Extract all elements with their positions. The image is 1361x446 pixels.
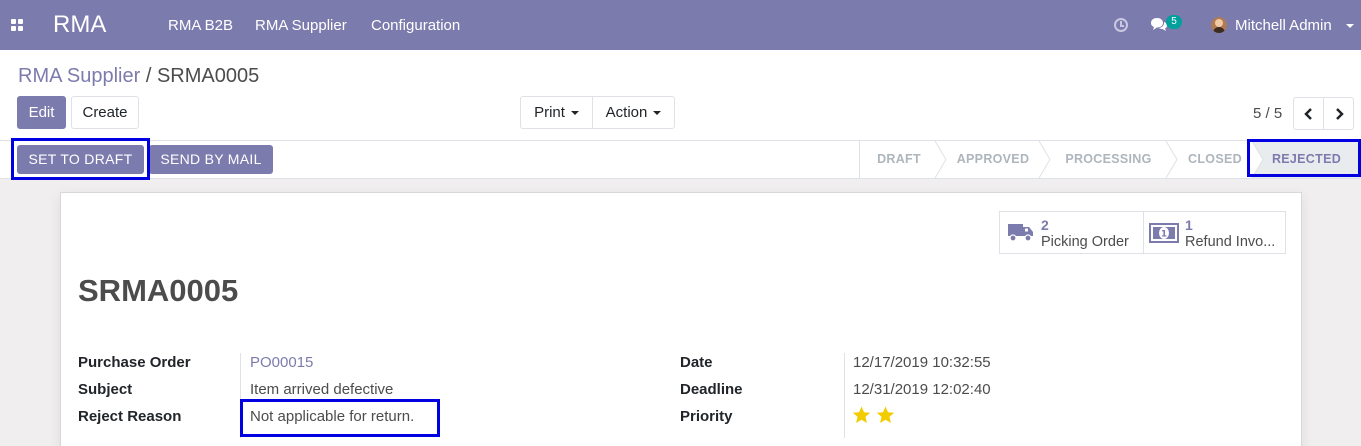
- subject-label: Subject: [78, 381, 133, 398]
- print-label: Print: [534, 104, 565, 121]
- purchase-order-label: Purchase Order: [78, 354, 191, 371]
- avatar[interactable]: [1211, 17, 1227, 33]
- set-to-draft-button[interactable]: SET TO DRAFT: [17, 145, 144, 174]
- chevron-left-icon: [1304, 108, 1312, 120]
- reject-reason-value: Not applicable for return.: [250, 408, 415, 425]
- truck-icon: [1008, 224, 1033, 242]
- send-by-mail-button[interactable]: SEND BY MAIL: [149, 145, 273, 174]
- form-sheet: 2 Picking Order 1 1 Refund Invo... SRMA0…: [60, 192, 1302, 446]
- stage-rejected: REJECTED: [1252, 141, 1361, 178]
- apps-icon[interactable]: [11, 19, 24, 32]
- action-label: Action: [605, 104, 648, 121]
- stage-processing[interactable]: PROCESSING: [1048, 141, 1169, 178]
- chevron-right-icon: [1336, 108, 1344, 120]
- priority-star-icon[interactable]: [876, 406, 895, 424]
- statusbar: SET TO DRAFT SEND BY MAIL DRAFT APPROVED…: [0, 141, 1361, 179]
- status-stages: DRAFT APPROVED PROCESSING CLOSED REJECTE…: [859, 141, 1361, 178]
- stage-draft[interactable]: DRAFT: [860, 141, 938, 178]
- caret-down-icon: [653, 111, 662, 116]
- priority-label: Priority: [680, 408, 733, 425]
- print-dropdown[interactable]: Print: [520, 96, 593, 129]
- caret-down-icon: [570, 111, 579, 116]
- clock-icon[interactable]: [1114, 18, 1128, 32]
- picking-order-button[interactable]: 2 Picking Order: [1000, 212, 1143, 253]
- chevron-down-icon[interactable]: [1346, 24, 1354, 28]
- smart-buttons: 2 Picking Order 1 1 Refund Invo...: [999, 211, 1286, 254]
- action-dropdown[interactable]: Action: [592, 96, 675, 129]
- picking-order-label: Picking Order: [1041, 234, 1129, 250]
- reject-reason-label: Reject Reason: [78, 408, 182, 425]
- pager-value[interactable]: 5 / 5: [1253, 105, 1282, 122]
- refund-invoice-count: 1: [1185, 217, 1193, 233]
- menu-rma-b2b[interactable]: RMA B2B: [168, 17, 233, 34]
- date-value: 12/17/2019 10:32:55: [853, 354, 991, 371]
- money-icon: 1: [1149, 223, 1179, 243]
- menu-configuration[interactable]: Configuration: [371, 17, 460, 34]
- record-title: SRMA0005: [78, 273, 239, 308]
- stage-separator-icon: [1251, 141, 1264, 178]
- chat-count-badge: 5: [1166, 15, 1182, 29]
- breadcrumb: RMA Supplier / SRMA0005: [18, 65, 259, 88]
- stage-approved[interactable]: APPROVED: [944, 141, 1042, 178]
- create-button[interactable]: Create: [71, 96, 139, 129]
- date-label: Date: [680, 354, 713, 371]
- subject-value: Item arrived defective: [250, 381, 394, 398]
- stage-closed[interactable]: CLOSED: [1175, 141, 1255, 178]
- picking-order-count: 2: [1041, 217, 1049, 233]
- deadline-value: 12/31/2019 12:02:40: [853, 381, 991, 398]
- breadcrumb-separator: /: [140, 65, 157, 87]
- user-menu[interactable]: Mitchell Admin: [1235, 17, 1332, 34]
- priority-star-icon[interactable]: [852, 406, 871, 424]
- menu-rma-supplier[interactable]: RMA Supplier: [255, 17, 347, 34]
- refund-invoice-button[interactable]: 1 1 Refund Invo...: [1143, 212, 1286, 253]
- breadcrumb-current: SRMA0005: [156, 65, 260, 87]
- pager-previous-button[interactable]: [1293, 97, 1324, 130]
- deadline-label: Deadline: [680, 381, 743, 398]
- column-separator: [844, 353, 845, 438]
- app-brand[interactable]: RMA: [53, 11, 106, 39]
- column-separator: [240, 353, 241, 438]
- pager-next-button[interactable]: [1323, 97, 1354, 130]
- control-panel: RMA Supplier / SRMA0005 Edit Create Prin…: [0, 50, 1361, 141]
- breadcrumb-parent[interactable]: RMA Supplier: [18, 65, 140, 87]
- top-navbar: RMA RMA B2B RMA Supplier Configuration 5…: [0, 0, 1361, 50]
- refund-invoice-label: Refund Invo...: [1185, 234, 1276, 250]
- svg-text:1: 1: [1161, 230, 1167, 240]
- purchase-order-link[interactable]: PO00015: [250, 354, 313, 371]
- edit-button[interactable]: Edit: [17, 96, 66, 129]
